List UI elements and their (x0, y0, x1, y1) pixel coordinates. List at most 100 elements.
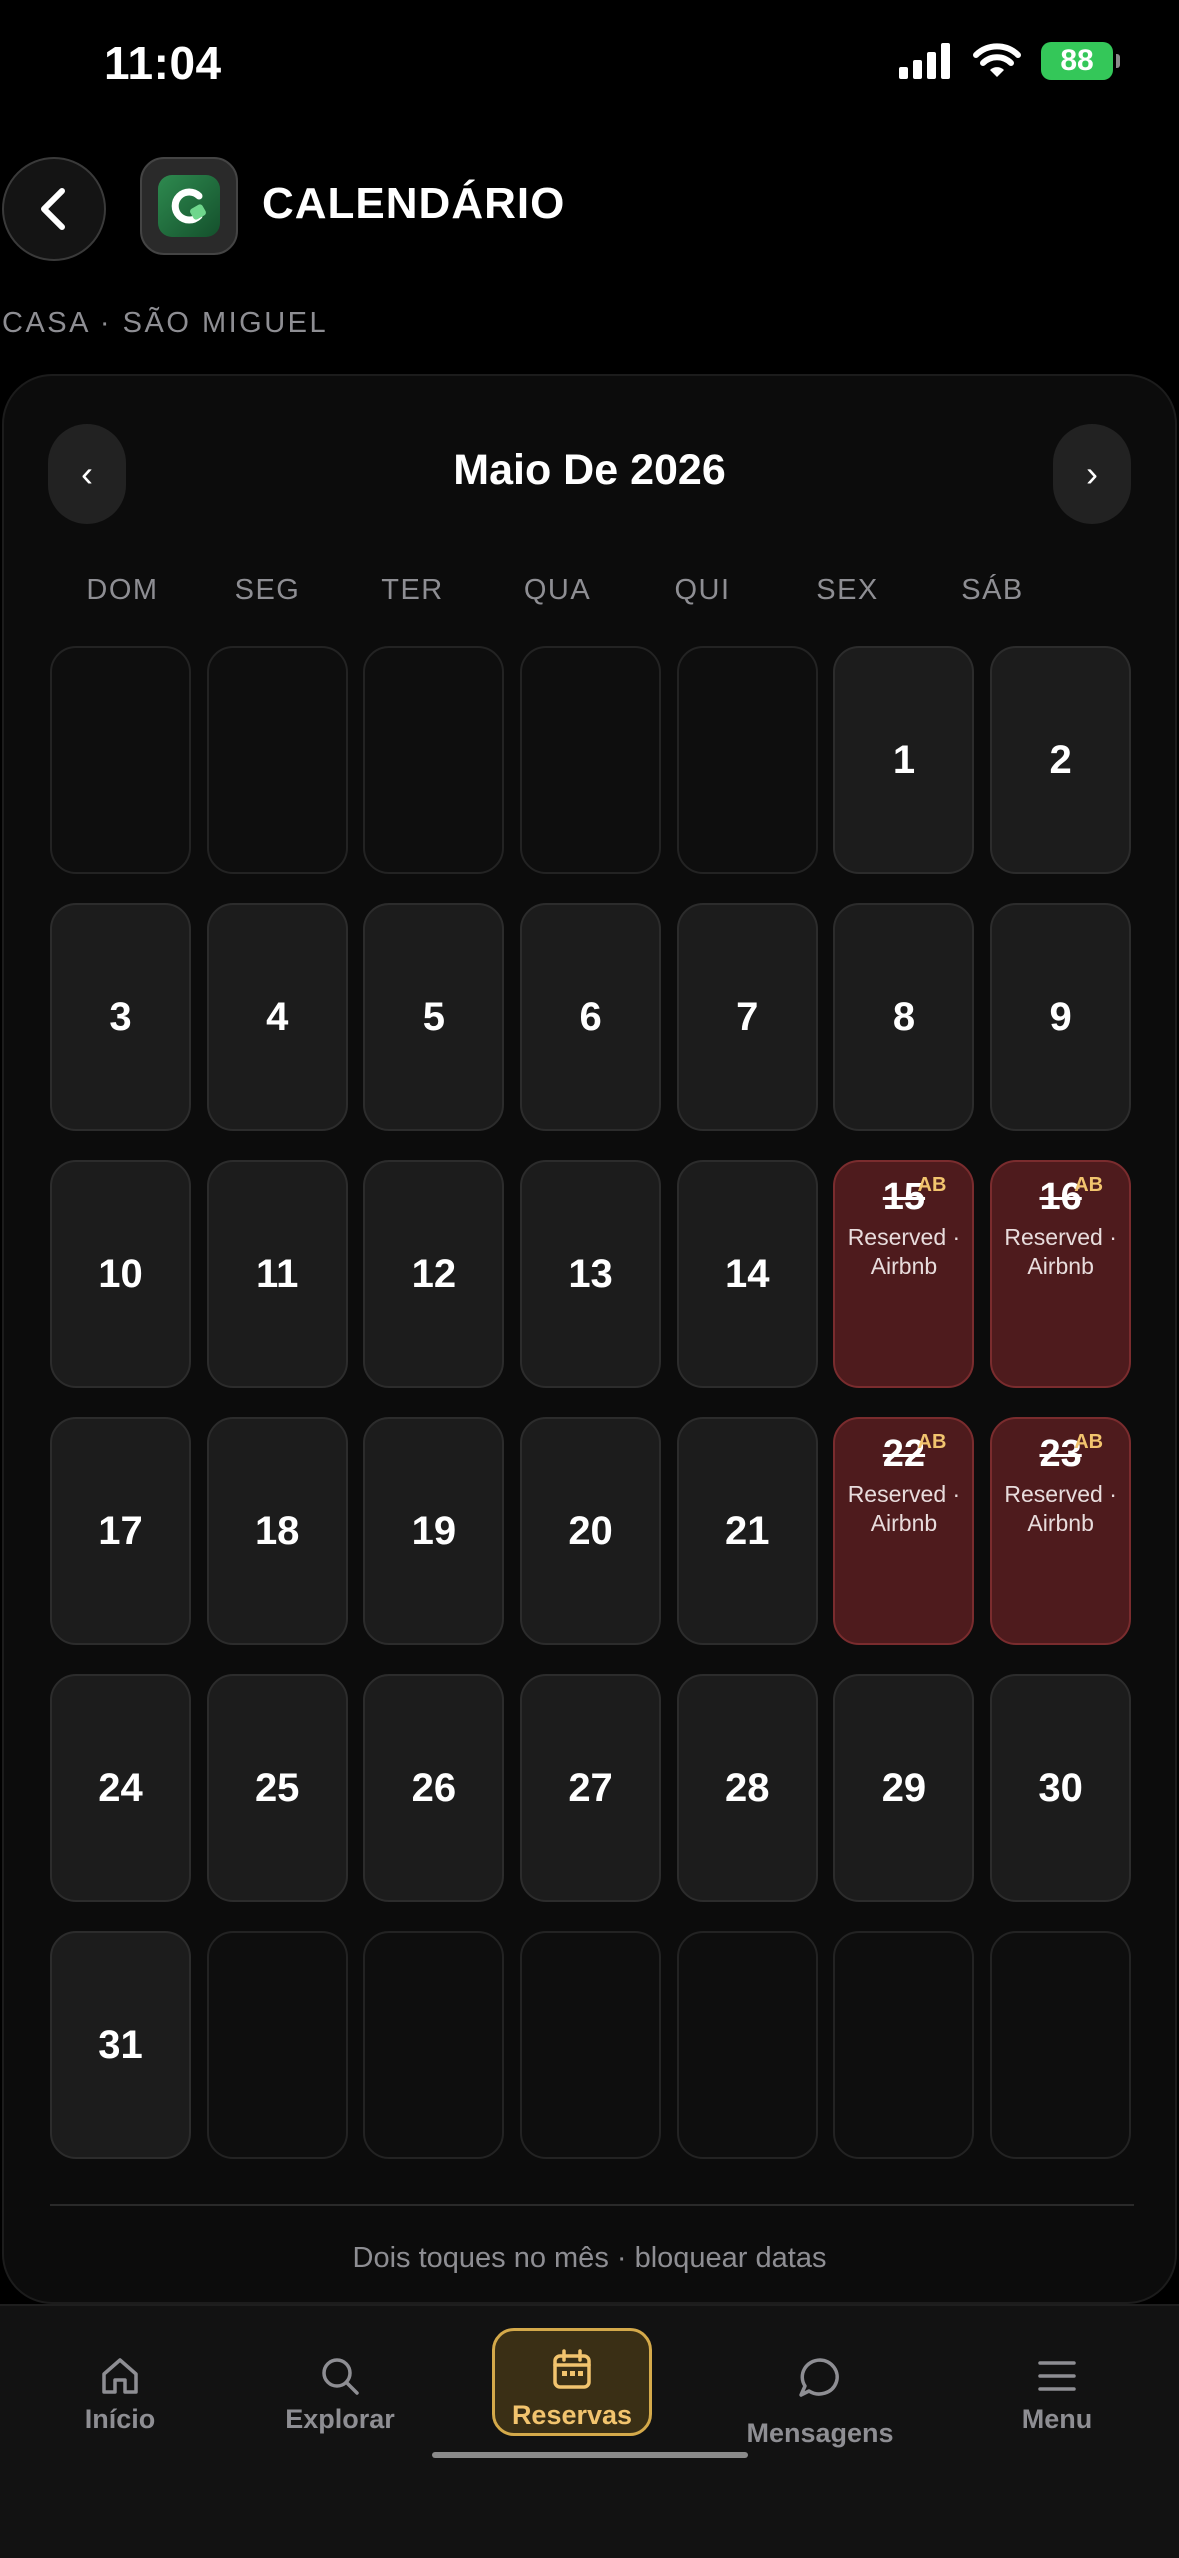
header: CALENDÁRIO (0, 155, 1179, 261)
tab-menu[interactable]: Menu (987, 2354, 1127, 2435)
day-number: 6 (579, 994, 602, 1039)
day-number: 21 (725, 1508, 770, 1553)
calendar-day[interactable]: 10 (50, 1160, 191, 1388)
day-number: 1 (892, 737, 916, 782)
calendar-day[interactable]: 12 (363, 1160, 505, 1388)
day-number: 19 (411, 1508, 457, 1553)
home-indicator (432, 2452, 748, 2458)
calendar-day-empty (520, 646, 662, 874)
weekday-label: QUA (523, 574, 592, 606)
tab-label: Explorar (285, 2404, 395, 2434)
tab-inicio[interactable]: Início (50, 2354, 190, 2435)
calendar-day[interactable]: 17 (50, 1417, 191, 1645)
weekday-label: TER (381, 574, 444, 606)
calendar-day[interactable]: 20 (520, 1417, 662, 1645)
calendar-day-empty (206, 646, 348, 874)
calendar-day-reserved[interactable]: 15 AB Reserved · Airbnb (833, 1160, 975, 1388)
status-time: 11:04 (104, 37, 222, 89)
calendar-day[interactable]: 26 (363, 1674, 505, 1902)
day-number: 28 (725, 1765, 770, 1810)
chevron-left-icon (41, 188, 65, 230)
calendar-day-empty (990, 1931, 1132, 2159)
calendar-day-empty (676, 1931, 818, 2159)
day-number: 24 (98, 1765, 143, 1810)
day-number: 2 (1049, 737, 1072, 782)
tab-label: Início (84, 2404, 156, 2434)
weekday-label: SEG (234, 574, 301, 606)
calendar-day[interactable]: 21 (676, 1417, 818, 1645)
day-number: 17 (98, 1508, 143, 1553)
divider (50, 2204, 1134, 2206)
calendar-day[interactable]: 5 (363, 903, 505, 1131)
calendar-day[interactable]: 30 (990, 1674, 1132, 1902)
weekday-header: DOM SEG TER QUA QUI SEX SÁB (50, 574, 1137, 607)
property-subtitle: CASA · SÃO MIGUEL (2, 307, 329, 339)
calendar-day-empty (206, 1931, 348, 2159)
calendar-day[interactable]: 11 (206, 1160, 348, 1388)
calendar-day[interactable]: 19 (363, 1417, 505, 1645)
day-number: 10 (98, 1251, 143, 1296)
reservation-label: Reserved · Airbnb (1004, 1481, 1117, 1536)
calendar-day[interactable]: 8 (833, 903, 975, 1131)
status-icons: 88 (899, 42, 1120, 80)
calendar-day-empty (520, 1931, 662, 2159)
month-title: Maio De 2026 (453, 446, 726, 494)
calendar-day[interactable]: 27 (520, 1674, 662, 1902)
airbnb-badge: AB (917, 1174, 947, 1196)
tab-label: Reservas (511, 2400, 633, 2430)
airbnb-badge: AB (1074, 1174, 1104, 1196)
home-icon (102, 2358, 138, 2394)
signal-icon (899, 43, 950, 79)
search-icon (322, 2358, 359, 2395)
weekday-label: SÁB (961, 574, 1024, 606)
calendar-day[interactable]: 4 (206, 903, 348, 1131)
day-number: 30 (1038, 1765, 1083, 1810)
tab-label: Mensagens (746, 2418, 894, 2448)
day-number: 29 (881, 1765, 927, 1810)
tab-explorar[interactable]: Explorar (270, 2354, 410, 2435)
calendar-day[interactable]: 7 (676, 903, 818, 1131)
weekday-label: QUI (674, 574, 731, 606)
calendar-day-reserved[interactable]: 16 AB Reserved · Airbnb (990, 1160, 1132, 1388)
calendar-day[interactable]: 18 (206, 1417, 348, 1645)
day-number: 18 (254, 1508, 300, 1553)
tab-mensagens[interactable]: Mensagens (740, 2354, 900, 2449)
tab-label: Menu (1021, 2404, 1093, 2434)
calendar-day-empty (833, 1931, 975, 2159)
calendar-grid: 1 2 3 4 5 6 7 8 9 10 11 12 13 14 15 AB Reserved · Airbnb… (50, 646, 1137, 2159)
calendar-card: ‹ Maio De 2026 › DOM SEG TER QUA QUI SEX… (2, 374, 1177, 2304)
day-number: 3 (109, 994, 132, 1039)
day-number: 31 (98, 2022, 143, 2067)
tab-reservas[interactable]: Reservas (492, 2348, 652, 2431)
day-number: 9 (1049, 994, 1072, 1039)
next-month-button[interactable]: › (1053, 424, 1131, 524)
calendar-day[interactable]: 28 (676, 1674, 818, 1902)
calendar-icon (553, 2349, 591, 2389)
calendar-day-empty (363, 646, 505, 874)
calendar-day[interactable]: 9 (990, 903, 1132, 1131)
logo-icon (171, 188, 206, 224)
calendar-day[interactable]: 31 (50, 1931, 191, 2159)
calendar-day[interactable]: 29 (833, 1674, 975, 1902)
calendar-day-empty (676, 646, 818, 874)
calendar-day[interactable]: 6 (520, 903, 662, 1131)
calendar-day[interactable]: 1 (833, 646, 975, 874)
back-button[interactable] (2, 157, 106, 261)
calendar-day[interactable]: 2 (990, 646, 1132, 874)
message-icon (799, 2358, 839, 2397)
calendar-day[interactable]: 24 (50, 1674, 191, 1902)
battery-indicator: 88 (1041, 42, 1120, 80)
calendar-day[interactable]: 13 (520, 1160, 662, 1388)
airbnb-badge: AB (1074, 1431, 1104, 1453)
calendar-day-empty (50, 646, 191, 874)
menu-icon (1038, 2361, 1076, 2391)
reservation-label: Reserved · Airbnb (847, 1481, 961, 1536)
calendar-day[interactable]: 25 (206, 1674, 348, 1902)
calendar-day-reserved[interactable]: 22 AB Reserved · Airbnb (833, 1417, 975, 1645)
calendar-day[interactable]: 14 (676, 1160, 818, 1388)
reservation-label: Reserved · Airbnb (1004, 1224, 1117, 1279)
app-logo (140, 157, 238, 255)
calendar-day[interactable]: 3 (50, 903, 191, 1131)
calendar-day-reserved[interactable]: 23 AB Reserved · Airbnb (990, 1417, 1132, 1645)
day-number: 26 (411, 1765, 457, 1810)
